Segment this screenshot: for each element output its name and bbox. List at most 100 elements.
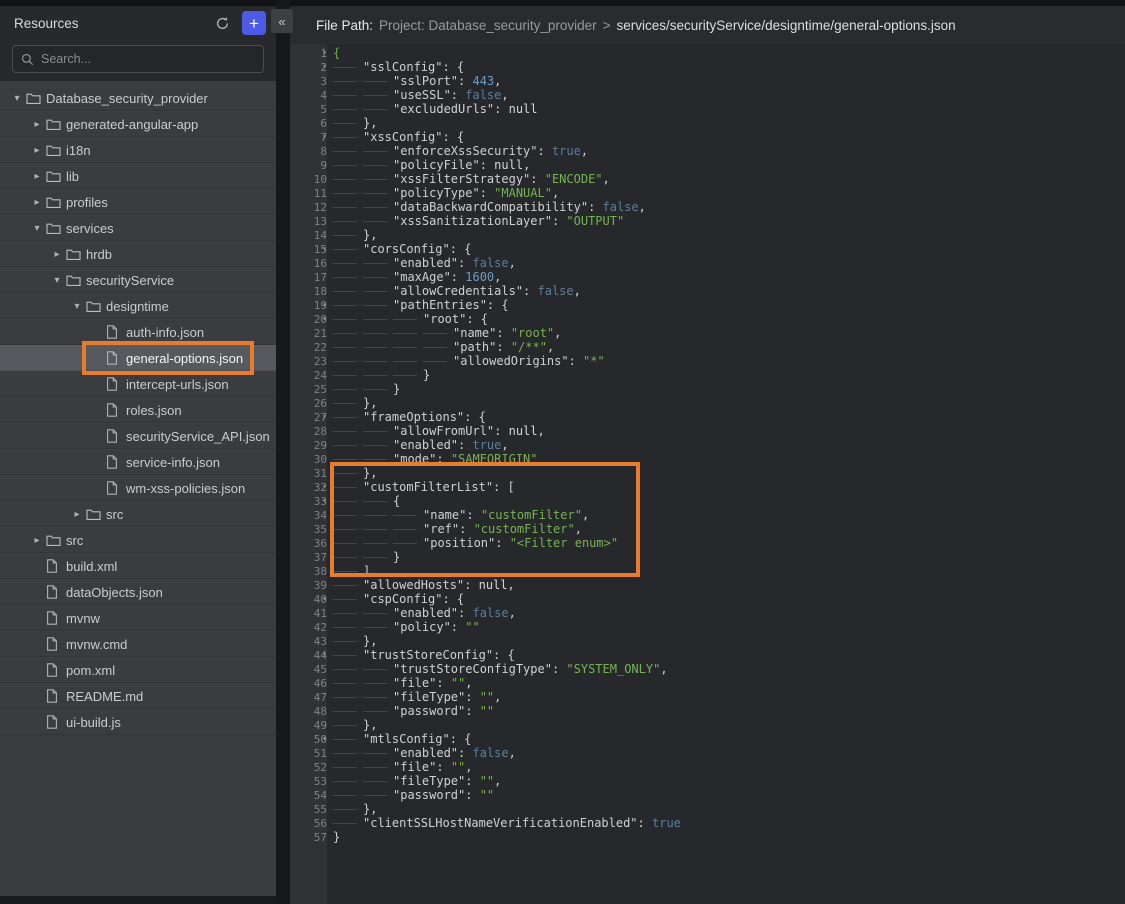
chevron-down-icon[interactable]: ▾ [68,301,86,312]
tree-item-ui-build-js[interactable]: ui-build.js [0,709,276,735]
tree-item-src[interactable]: ▸src [0,501,276,527]
code-line[interactable]: 10"xssFilterStrategy": "ENCODE", [290,172,1125,186]
fold-arrow-icon[interactable]: ▾ [322,410,327,424]
code-line[interactable]: 11"policyType": "MANUAL", [290,186,1125,200]
code-line[interactable]: 46"file": "", [290,676,1125,690]
tree-item-mvnw[interactable]: mvnw [0,605,276,631]
collapse-sidebar-button[interactable]: « [271,9,293,33]
sidebar-scrollbar-track[interactable] [0,896,276,904]
code-line[interactable]: 16"enabled": false, [290,256,1125,270]
fold-arrow-icon[interactable]: ▾ [322,480,327,494]
tree-item-dataobjects-json[interactable]: dataObjects.json [0,579,276,605]
code-line[interactable]: 43}, [290,634,1125,648]
code-line[interactable]: 41"enabled": false, [290,606,1125,620]
code-line[interactable]: 31}, [290,466,1125,480]
code-line[interactable]: 2▾"sslConfig": { [290,60,1125,74]
code-line[interactable]: 50▾"mtlsConfig": { [290,732,1125,746]
code-line[interactable]: 47"fileType": "", [290,690,1125,704]
fold-arrow-icon[interactable]: ▾ [322,494,327,508]
chevron-right-icon[interactable]: ▸ [68,509,86,520]
code-line[interactable]: 38], [290,564,1125,578]
tree-item-designtime[interactable]: ▾designtime [0,293,276,319]
code-line[interactable]: 6}, [290,116,1125,130]
tree-item-hrdb[interactable]: ▸hrdb [0,241,276,267]
tree-item-i18n[interactable]: ▸i18n [0,137,276,163]
code-line[interactable]: 15▾"corsConfig": { [290,242,1125,256]
code-line[interactable]: 40▾"cspConfig": { [290,592,1125,606]
chevron-right-icon[interactable]: ▸ [28,171,46,182]
fold-arrow-icon[interactable]: ▾ [322,648,327,662]
tree-item-general-options-json[interactable]: general-options.json [0,345,276,371]
fold-arrow-icon[interactable]: ▾ [322,298,327,312]
tree-item-src[interactable]: ▸src [0,527,276,553]
add-button[interactable]: + [242,11,266,35]
search-box[interactable] [12,45,264,73]
code-line[interactable]: 55}, [290,802,1125,816]
tree-item-securityservice[interactable]: ▾securityService [0,267,276,293]
code-line[interactable]: 28"allowFromUrl": null, [290,424,1125,438]
code-line[interactable]: 57} [290,830,1125,844]
tree-item-auth-info-json[interactable]: auth-info.json [0,319,276,345]
code-line[interactable]: 25} [290,382,1125,396]
code-line[interactable]: 7▾"xssConfig": { [290,130,1125,144]
fold-arrow-icon[interactable]: ▾ [322,46,327,60]
code-line[interactable]: 26}, [290,396,1125,410]
refresh-button[interactable] [210,11,234,35]
chevron-down-icon[interactable]: ▾ [8,93,26,104]
code-line[interactable]: 3"sslPort": 443, [290,74,1125,88]
tree-item-build-xml[interactable]: build.xml [0,553,276,579]
code-line[interactable]: 1▾{ [290,46,1125,60]
code-line[interactable]: 35"ref": "customFilter", [290,522,1125,536]
tree-item-roles-json[interactable]: roles.json [0,397,276,423]
code-line[interactable]: 23"allowedOrigins": "*" [290,354,1125,368]
fold-arrow-icon[interactable]: ▾ [322,60,327,74]
code-line[interactable]: 30"mode": "SAMEORIGIN" [290,452,1125,466]
fold-arrow-icon[interactable]: ▾ [322,312,327,326]
code-line[interactable]: 20▾"root": { [290,312,1125,326]
code-line[interactable]: 56"clientSSLHostNameVerificationEnabled"… [290,816,1125,830]
code-line[interactable]: 39"allowedHosts": null, [290,578,1125,592]
tree-item-service-info-json[interactable]: service-info.json [0,449,276,475]
fold-arrow-icon[interactable]: ▾ [322,592,327,606]
code-line[interactable]: 37} [290,550,1125,564]
code-line[interactable]: 14}, [290,228,1125,242]
tree-item-services[interactable]: ▾services [0,215,276,241]
tree-item-lib[interactable]: ▸lib [0,163,276,189]
fold-arrow-icon[interactable]: ▾ [322,130,327,144]
code-line[interactable]: 33▾{ [290,494,1125,508]
tree-item-mvnw-cmd[interactable]: mvnw.cmd [0,631,276,657]
code-line[interactable]: 13"xssSanitizationLayer": "OUTPUT" [290,214,1125,228]
code-line[interactable]: 18"allowCredentials": false, [290,284,1125,298]
chevron-right-icon[interactable]: ▸ [28,535,46,546]
code-line[interactable]: 24} [290,368,1125,382]
tree-item-pom-xml[interactable]: pom.xml [0,657,276,683]
fold-arrow-icon[interactable]: ▾ [322,732,327,746]
code-line[interactable]: 29"enabled": true, [290,438,1125,452]
chevron-right-icon[interactable]: ▸ [28,197,46,208]
chevron-right-icon[interactable]: ▸ [48,249,66,260]
code-line[interactable]: 9"policyFile": null, [290,158,1125,172]
tree-item-readme-md[interactable]: README.md [0,683,276,709]
code-line[interactable]: 52"file": "", [290,760,1125,774]
code-line[interactable]: 36"position": "<Filter enum>" [290,536,1125,550]
code-line[interactable]: 32▾"customFilterList": [ [290,480,1125,494]
tree-item-wm-xss-policies-json[interactable]: wm-xss-policies.json [0,475,276,501]
tree-item-securityservice-api-json[interactable]: securityService_API.json [0,423,276,449]
code-line[interactable]: 5"excludedUrls": null [290,102,1125,116]
code-line[interactable]: 22"path": "/**", [290,340,1125,354]
code-line[interactable]: 34"name": "customFilter", [290,508,1125,522]
code-line[interactable]: 8"enforceXssSecurity": true, [290,144,1125,158]
code-line[interactable]: 54"password": "" [290,788,1125,802]
tree-item-generated-angular-app[interactable]: ▸generated-angular-app [0,111,276,137]
tree-item-profiles[interactable]: ▸profiles [0,189,276,215]
code-line[interactable]: 51"enabled": false, [290,746,1125,760]
code-line[interactable]: 42"policy": "" [290,620,1125,634]
code-line[interactable]: 27▾"frameOptions": { [290,410,1125,424]
code-line[interactable]: 44▾"trustStoreConfig": { [290,648,1125,662]
chevron-right-icon[interactable]: ▸ [28,119,46,130]
code-line[interactable]: 49}, [290,718,1125,732]
fold-arrow-icon[interactable]: ▾ [322,242,327,256]
code-line[interactable]: 21"name": "root", [290,326,1125,340]
code-line[interactable]: 48"password": "" [290,704,1125,718]
code-line[interactable]: 17"maxAge": 1600, [290,270,1125,284]
